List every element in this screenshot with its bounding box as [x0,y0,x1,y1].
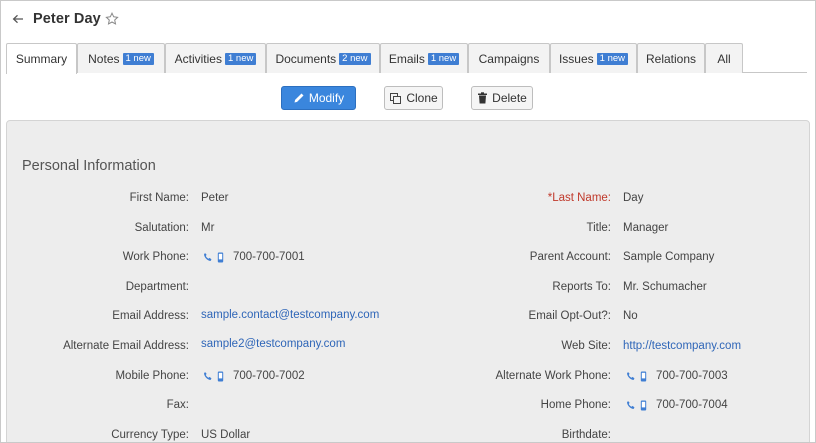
section-title: Personal Information [22,158,156,174]
title-value: Manager [623,222,669,234]
pencil-icon [293,92,309,104]
field-label: Alternate Email Address: [63,340,189,352]
currency-type-value: US Dollar [201,429,251,441]
arrow-left-icon[interactable] [11,11,25,27]
new-count-badge: 1 new [122,52,154,65]
tab-notes[interactable]: Notes 1 new [77,43,165,73]
tab-campaigns[interactable]: Campaigns [468,43,550,73]
tab-emails[interactable]: Emails 1 new [380,43,468,73]
field-label: Email Address: [112,310,189,322]
required-field-label: *Last Name: [547,192,611,204]
clone-label: Clone [406,91,438,105]
mobile-icon[interactable] [640,400,647,411]
field-label: Email Opt-Out?: [528,310,611,322]
tab-relations[interactable]: Relations [637,43,705,73]
tab-label: Summary [15,52,68,66]
field-label: Title: [586,222,612,234]
field-label: Reports To: [552,281,611,293]
mobile-phone-value: 700-700-7002 [203,369,305,383]
trash-icon [477,92,492,104]
email-opt-out-value: No [623,310,638,322]
clone-button[interactable]: Clone [384,86,443,110]
parent-account-value: Sample Company [623,251,715,263]
field-label: Birthdate: [561,429,611,441]
home-phone-value: 700-700-7004 [626,398,728,412]
tab-label: Activities [174,51,222,66]
field-label: Alternate Work Phone: [495,370,612,382]
tab-label: Documents [275,51,337,66]
personal-information-panel: Personal Information First Name: Peter S… [6,120,810,442]
phone-icon[interactable] [626,371,636,381]
phone-icon[interactable] [203,371,213,381]
alternate-work-phone-number[interactable]: 700-700-7003 [656,369,728,383]
first-name-value: Peter [201,192,229,204]
star-icon[interactable] [105,12,119,26]
tab-activities[interactable]: Activities 1 new [165,43,266,73]
phone-icon[interactable] [626,400,636,410]
copy-icon [389,92,406,105]
mobile-icon[interactable] [217,252,224,263]
field-label: Department: [125,281,189,293]
tab-label: Notes [88,51,120,66]
field-label: Parent Account: [529,251,611,263]
record-title: Peter Day [33,11,101,27]
field-label: Work Phone: [122,251,189,263]
new-count-badge: 2 new [339,52,371,65]
record-tabs: Summary Notes 1 new Activities 1 new Doc… [6,43,807,74]
new-count-badge: 1 new [224,52,257,65]
tab-summary[interactable]: Summary [6,43,77,74]
record-view: Peter Day Summary Notes 1 new Activities… [0,0,816,443]
reports-to-value: Mr. Schumacher [623,281,707,293]
tab-label: Campaigns [478,51,540,66]
alternate-email-link[interactable]: sample2@testcompany.com [201,337,345,351]
last-name-value: Day [623,192,644,204]
mobile-icon[interactable] [640,371,647,382]
delete-label: Delete [492,91,527,105]
tab-label: Emails [388,51,425,66]
home-phone-number[interactable]: 700-700-7004 [656,398,728,412]
modify-label: Modify [308,91,345,105]
tab-issues[interactable]: Issues 1 new [550,43,637,73]
modify-button[interactable]: Modify [281,86,356,110]
website-link[interactable]: http://testcompany.com [623,339,741,353]
tab-documents[interactable]: Documents 2 new [266,43,380,73]
field-label: Fax: [166,399,189,411]
mobile-phone-number[interactable]: 700-700-7002 [233,369,305,383]
field-label: First Name: [129,192,189,204]
record-header: Peter Day [11,9,119,29]
field-label: Currency Type: [111,429,189,441]
field-label: Salutation: [134,222,189,234]
field-label: Home Phone: [540,399,611,411]
work-phone-number[interactable]: 700-700-7001 [233,250,305,264]
field-label: Web Site: [561,340,611,352]
email-address-link[interactable]: sample.contact@testcompany.com [201,308,379,322]
new-count-badge: 1 new [596,52,629,65]
field-label: Mobile Phone: [115,370,189,382]
delete-button[interactable]: Delete [471,86,533,110]
tab-label: Issues [558,51,594,66]
new-count-badge: 1 new [427,52,460,65]
tab-label: Relations [645,51,697,66]
alternate-work-phone-value: 700-700-7003 [626,369,728,383]
mobile-icon[interactable] [217,371,224,382]
work-phone-value: 700-700-7001 [203,250,305,264]
phone-icon[interactable] [203,252,213,262]
salutation-value: Mr [201,222,215,234]
tab-label: All [717,51,731,66]
tab-all[interactable]: All [705,43,743,73]
